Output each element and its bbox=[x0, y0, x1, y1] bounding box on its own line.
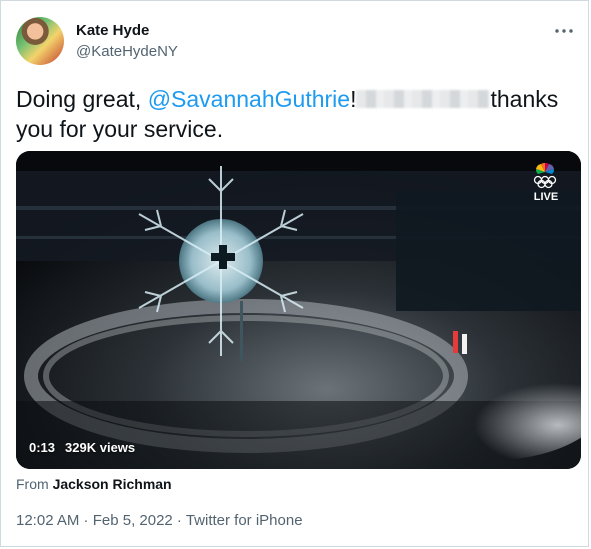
video-stats: 0:13 329K views bbox=[29, 440, 135, 455]
tweet-text: Doing great, @SavannahGuthrie! thanks you… bbox=[16, 84, 576, 144]
avatar[interactable] bbox=[16, 17, 64, 65]
nbc-olympic-rings-icon bbox=[533, 163, 557, 189]
more-options-icon[interactable] bbox=[554, 23, 574, 39]
network-live-badge: LIVE bbox=[531, 163, 561, 203]
video-attribution: From Jackson Richman bbox=[16, 476, 172, 492]
tweet-text-start: Doing great, bbox=[16, 86, 148, 112]
author-name[interactable]: Kate Hyde bbox=[76, 22, 149, 39]
video-player[interactable]: LIVE 0:13 329K views bbox=[16, 151, 581, 469]
tweet-text-line2: you for your service. bbox=[16, 116, 224, 142]
redacted-text bbox=[356, 90, 491, 108]
tweet-text-line1-end: thanks bbox=[490, 86, 559, 112]
tweet-timestamp[interactable]: 12:02 AM · Feb 5, 2022 · Twitter for iPh… bbox=[16, 512, 303, 529]
video-frame bbox=[16, 151, 581, 469]
attribution-prefix: From bbox=[16, 476, 49, 492]
tweet-card: Kate Hyde @KateHydeNY Doing great, @Sava… bbox=[0, 0, 589, 547]
video-duration: 0:13 bbox=[29, 440, 56, 455]
live-label: LIVE bbox=[533, 191, 559, 203]
mention-link[interactable]: @SavannahGuthrie bbox=[148, 86, 350, 112]
author-handle[interactable]: @KateHydeNY bbox=[76, 43, 178, 60]
attribution-source-link[interactable]: Jackson Richman bbox=[53, 476, 172, 492]
video-views: 329K views bbox=[65, 440, 136, 455]
